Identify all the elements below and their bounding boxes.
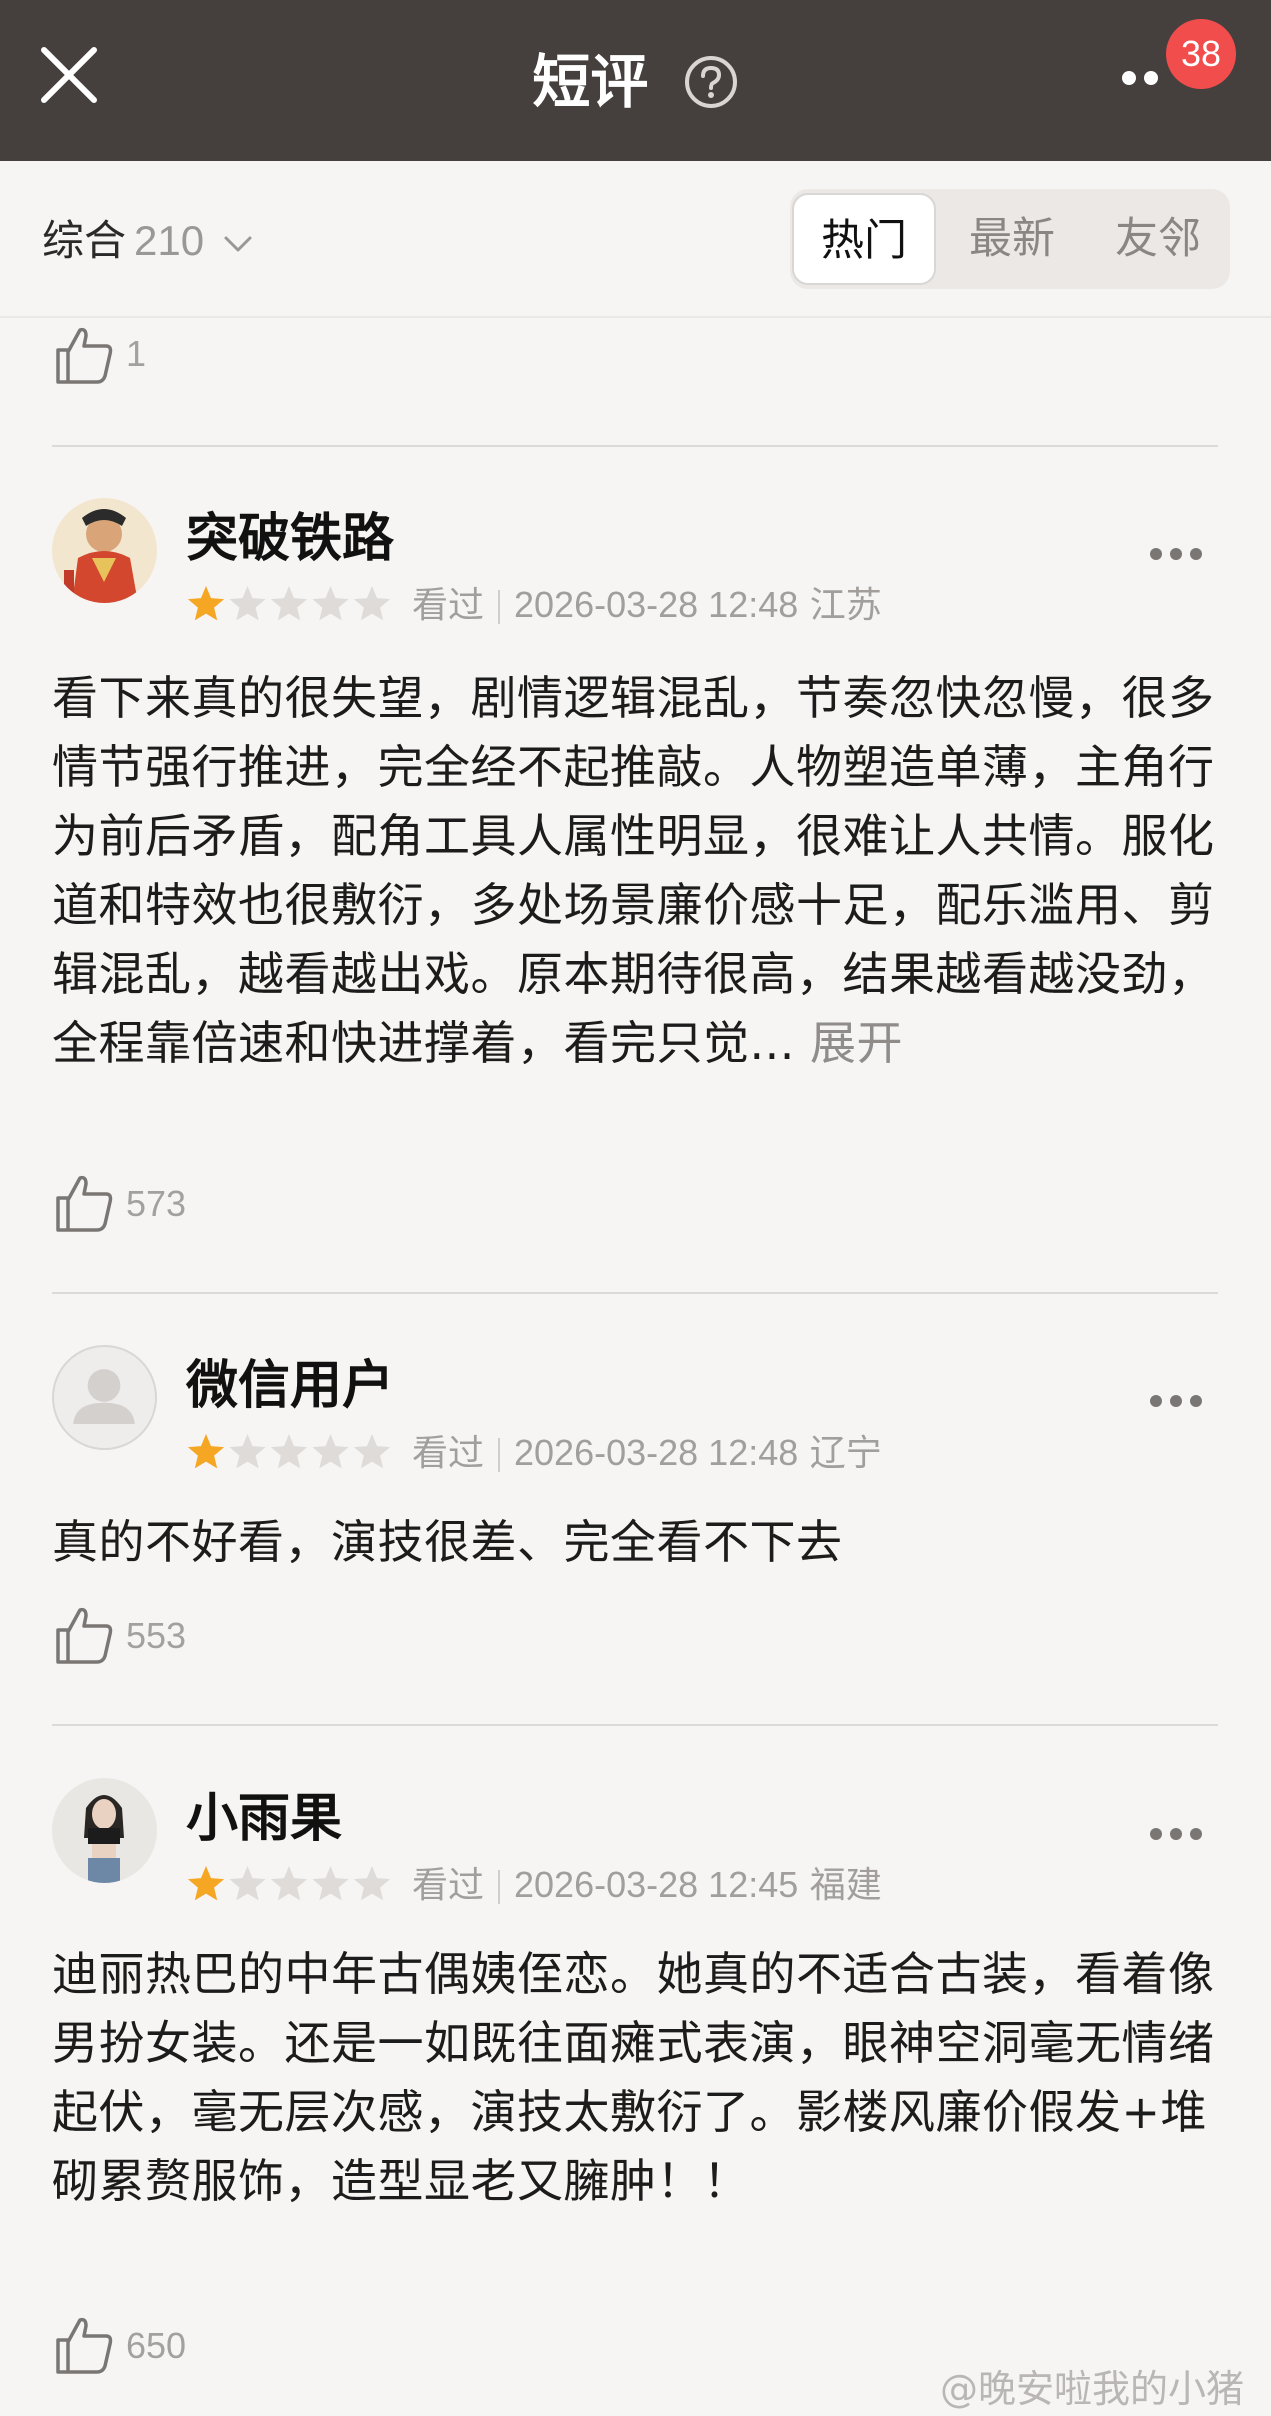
review-meta: 看过 2026-03-28 12:48 辽宁 [412, 1430, 882, 1477]
dot-icon [1170, 1828, 1182, 1840]
avatar[interactable] [52, 1345, 157, 1450]
star-empty-icon [312, 1866, 349, 1901]
watch-status: 看过 [412, 1865, 485, 1906]
meta-separator [498, 590, 501, 624]
star-filled-icon [187, 1866, 225, 1901]
star-empty-icon [353, 1866, 391, 1901]
sort-label: 综合 [42, 216, 127, 265]
review-location: 福建 [809, 1865, 882, 1906]
username[interactable]: 突破铁路 [186, 504, 394, 574]
review-datetime: 2026-03-28 12:45 [514, 1864, 799, 1905]
star-empty-icon [229, 1434, 266, 1469]
stars-icon [187, 1434, 391, 1469]
dot-icon [1170, 548, 1182, 560]
watch-status: 看过 [412, 1433, 485, 1474]
tab-latest[interactable]: 最新 [940, 193, 1084, 285]
star-empty-icon [312, 1434, 349, 1469]
review-meta: 看过 2026-03-28 12:48 江苏 [412, 582, 882, 629]
divider [52, 1292, 1218, 1294]
dot-icon [1150, 548, 1162, 560]
review-more-button[interactable] [1150, 545, 1204, 565]
title-bar: 短评 38 [0, 0, 1271, 161]
dot-icon [1190, 548, 1202, 560]
star-empty-icon [229, 586, 266, 621]
stars-icon [187, 1866, 391, 1901]
star-empty-icon [270, 1866, 308, 1901]
review-text-content: 看下来真的很失望，剧情逻辑混乱，节奏忽快忽慢，很多情节强行推进，完全经不起推敲。… [52, 671, 1215, 1070]
expand-link[interactable]: 展开 [810, 1016, 903, 1070]
tab-hot[interactable]: 热门 [792, 193, 936, 285]
dot-icon [1150, 1828, 1162, 1840]
avatar[interactable] [52, 498, 157, 603]
tab-friends[interactable]: 友邻 [1086, 193, 1230, 285]
dot-icon [1190, 1395, 1202, 1407]
more-dot-icon [1122, 71, 1136, 85]
dot-icon [1150, 1395, 1162, 1407]
like-count: 650 [126, 2325, 187, 2366]
review-location: 辽宁 [809, 1433, 882, 1474]
star-empty-icon [312, 586, 349, 621]
more-dot-icon [1144, 71, 1158, 85]
review-text: 真的不好看，演技很差、完全看不下去 [52, 1515, 843, 1569]
review-meta: 看过 2026-03-28 12:45 福建 [412, 1862, 882, 1909]
page-title-text: 短评 [532, 47, 649, 116]
divider [52, 445, 1218, 447]
like-thumb-icon[interactable] [52, 1602, 116, 1666]
review-datetime: 2026-03-28 12:48 [514, 1432, 799, 1473]
star-empty-icon [353, 1434, 391, 1469]
like-count: 573 [126, 1183, 187, 1224]
stars-icon [187, 586, 391, 621]
help-icon[interactable] [683, 54, 739, 110]
review-more-button[interactable] [1150, 1825, 1204, 1845]
star-empty-icon [229, 1866, 266, 1901]
review-text: 看下来真的很失望，剧情逻辑混乱，节奏忽快忽慢，很多情节强行推进，完全经不起推敲。… [52, 664, 1224, 1078]
divider [52, 1724, 1218, 1726]
dot-icon [1190, 1828, 1202, 1840]
sort-tabs: 热门 最新 友邻 [790, 189, 1230, 289]
notification-badge: 38 [1166, 19, 1236, 89]
watermark: @晚安啦我的小猪 [940, 2367, 1245, 2411]
star-rating [186, 584, 392, 624]
star-empty-icon [353, 586, 391, 621]
like-thumb-icon[interactable] [52, 322, 116, 386]
like-thumb-icon[interactable] [52, 2312, 116, 2376]
filter-bar: 综合 210 热门 最新 友邻 [0, 161, 1271, 318]
avatar-image [52, 1778, 157, 1883]
username[interactable]: 小雨果 [186, 1784, 342, 1854]
watch-status: 看过 [412, 585, 485, 626]
star-empty-icon [270, 586, 308, 621]
star-rating [186, 1432, 392, 1472]
avatar-image [52, 498, 157, 603]
username[interactable]: 微信用户 [186, 1351, 394, 1421]
review-location: 江苏 [809, 585, 882, 626]
like-thumb-icon[interactable] [52, 1170, 116, 1234]
review-datetime: 2026-03-28 12:48 [514, 584, 799, 625]
review-more-button[interactable] [1150, 1392, 1204, 1412]
default-avatar-icon [73, 1369, 135, 1424]
review-count: 210 [134, 217, 205, 264]
meta-separator [498, 1438, 501, 1472]
avatar[interactable] [52, 1778, 157, 1883]
star-rating [186, 1864, 392, 1904]
star-empty-icon [270, 1434, 308, 1469]
sort-dropdown[interactable]: 综合 210 [42, 211, 253, 271]
review-text: 迪丽热巴的中年古偶姨侄恋。她真的不适合古装，看着像男扮女装。还是一如既往面瘫式表… [52, 1947, 1215, 2208]
star-filled-icon [187, 586, 225, 621]
dot-icon [1170, 1395, 1182, 1407]
like-count: 1 [126, 333, 147, 374]
like-count: 553 [126, 1615, 187, 1656]
page-title: 短评 [0, 38, 1271, 122]
meta-separator [498, 1870, 501, 1904]
star-filled-icon [187, 1434, 225, 1469]
chevron-down-icon [224, 236, 252, 251]
